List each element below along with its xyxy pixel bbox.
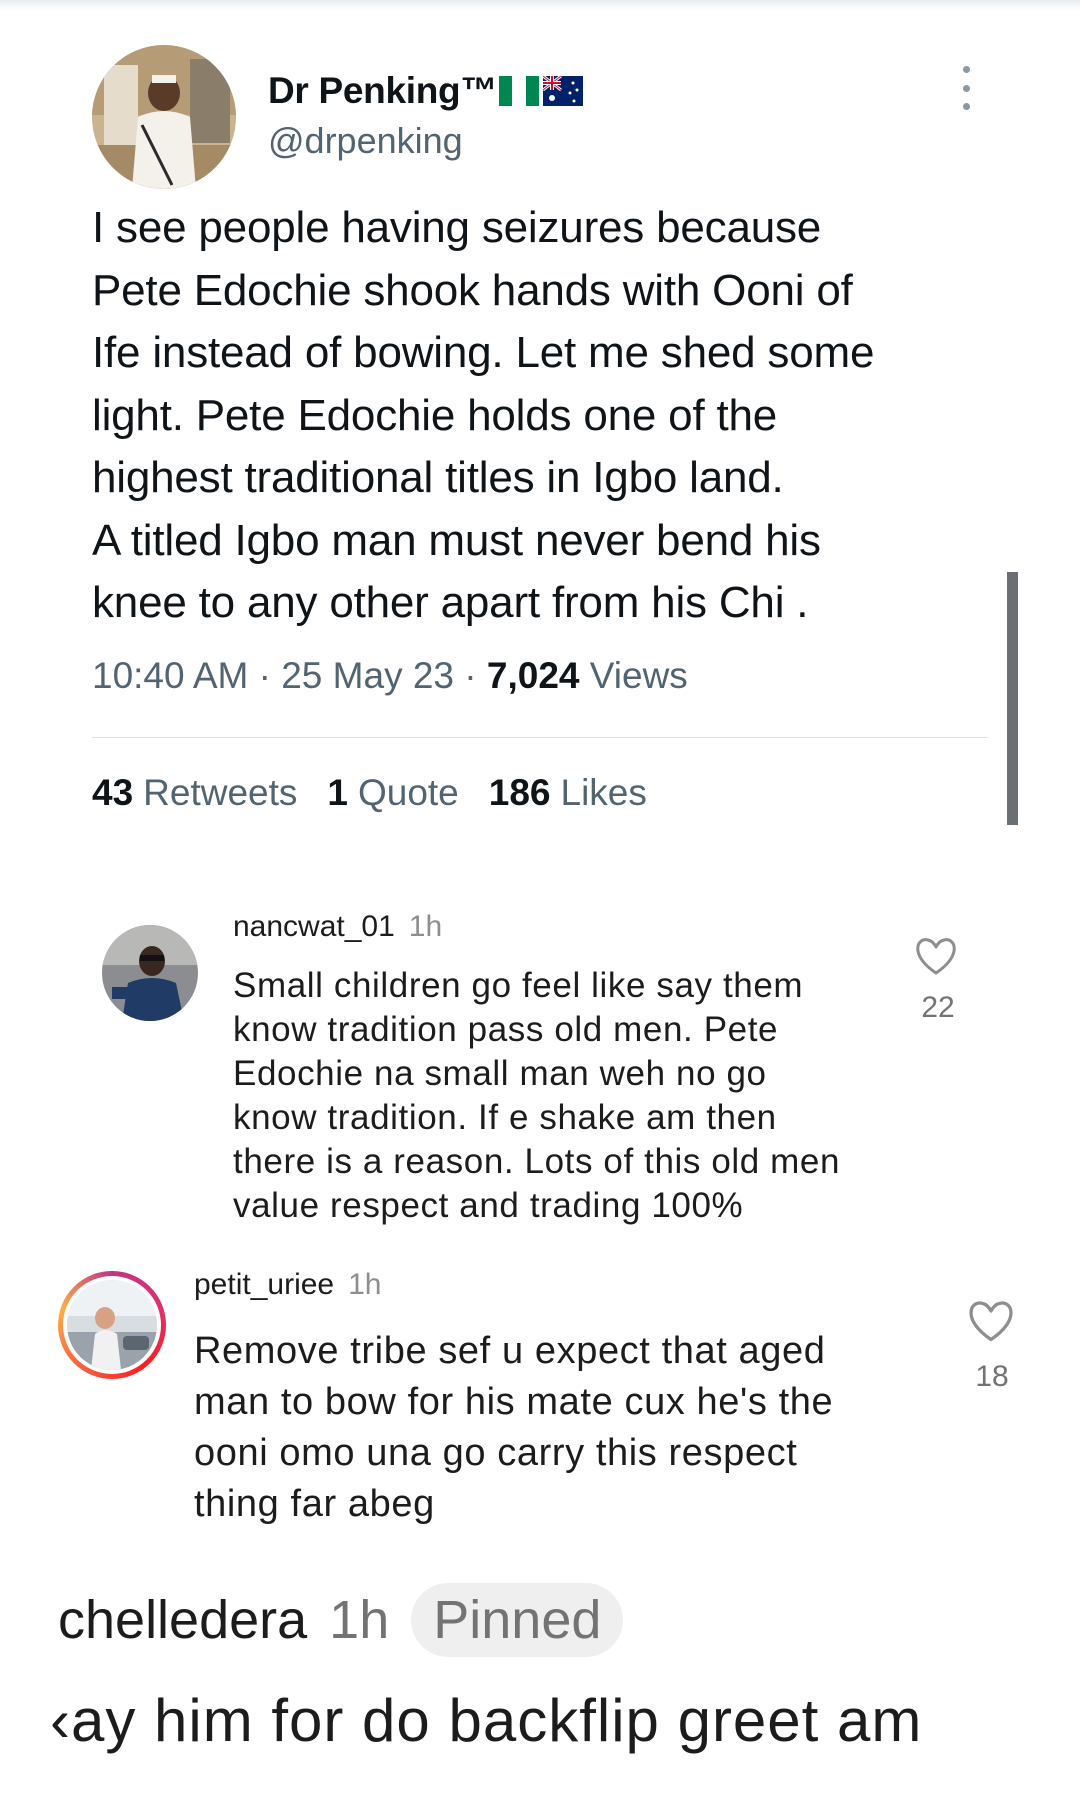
tweet-time[interactable]: 10:40 AM [92, 655, 248, 696]
comment-avatar[interactable] [102, 925, 198, 1021]
australia-flag-icon [543, 76, 584, 106]
comment-avatar[interactable] [67, 1280, 157, 1370]
top-edge-shadow [0, 0, 1080, 10]
likes-label: Likes [560, 772, 647, 813]
pinned-comment-text: ‹ay him for do backflip greet am [50, 1687, 923, 1754]
tweet-date[interactable]: 25 May 23 [281, 655, 454, 696]
comment-username-row: petit_uriee 1h [194, 1268, 381, 1302]
tweet-author-avatar[interactable] [92, 45, 236, 189]
comment-username[interactable]: petit_uriee [194, 1268, 334, 1301]
display-name-text: Dr Penking™ [268, 70, 498, 111]
views-label[interactable]: Views [590, 655, 688, 696]
comment-text: Remove tribe sef u expect that aged man … [194, 1330, 834, 1525]
tweet-meta: 10:40 AM · 25 May 23 · 7,024 Views [92, 655, 688, 697]
comment-username[interactable]: nancwat_01 [233, 910, 395, 943]
retweets-stat[interactable]: 43 Retweets [92, 772, 297, 814]
tweet-text: I see people having seizures because Pet… [92, 203, 875, 627]
retweets-count: 43 [92, 772, 134, 813]
quote-count: 1 [327, 772, 348, 813]
meta-separator: · [258, 655, 271, 696]
comment-like-count: 18 [975, 1360, 1009, 1393]
pinned-time: 1h [329, 1590, 390, 1650]
heart-icon[interactable] [915, 938, 957, 976]
comment-username-row: nancwat_01 1h [233, 910, 442, 944]
comment-time: 1h [348, 1268, 382, 1301]
meta-separator: · [464, 655, 477, 696]
scrollbar[interactable] [1007, 572, 1018, 825]
quote-label: Quote [357, 772, 459, 813]
pinned-username[interactable]: chelledera [58, 1589, 307, 1651]
divider [92, 737, 987, 738]
tweet-author-handle[interactable]: @drpenking [268, 120, 463, 162]
comment-text: Small children go feel like say them kno… [233, 966, 841, 1225]
tweet-author-name[interactable]: Dr Penking™ [268, 70, 584, 112]
nigeria-flag-icon [499, 76, 540, 106]
views-count: 7,024 [486, 655, 580, 696]
comment-time: 1h [408, 910, 443, 943]
more-vertical-icon[interactable] [954, 66, 978, 110]
likes-stat[interactable]: 186 Likes [489, 772, 647, 814]
pinned-comment-header: chelledera 1h Pinned [58, 1583, 624, 1657]
tweet-stats: 43 Retweets 1 Quote 186 Likes [92, 772, 647, 814]
retweets-label: Retweets [143, 772, 298, 813]
heart-icon[interactable] [968, 1301, 1014, 1343]
quote-stat[interactable]: 1 Quote [327, 772, 458, 814]
comment-like-count: 22 [921, 991, 955, 1024]
likes-count: 186 [488, 772, 551, 813]
pinned-badge: Pinned [411, 1583, 624, 1657]
